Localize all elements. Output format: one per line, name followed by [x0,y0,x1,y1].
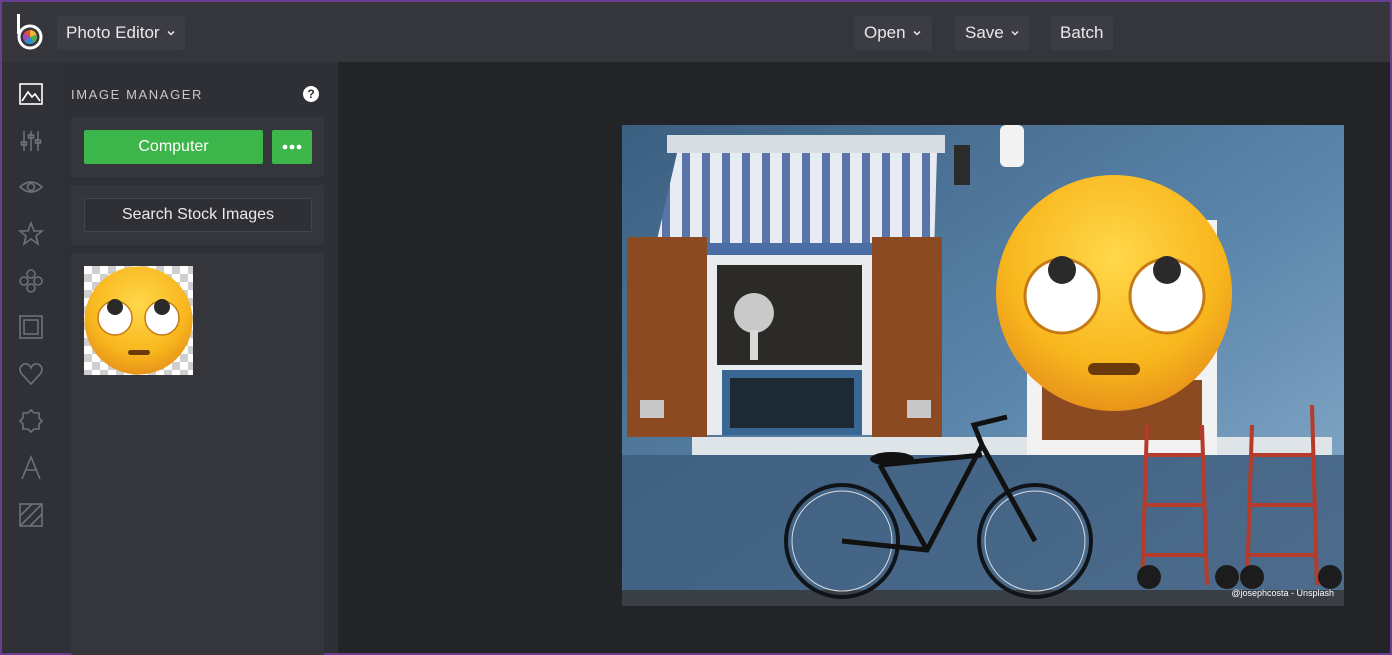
canvas-area[interactable]: @josephcosta - Unsplash [338,62,1392,655]
heart-icon[interactable] [18,361,44,387]
chevron-down-icon [913,30,921,36]
eye-icon[interactable] [18,174,44,200]
image-thumbnail[interactable] [84,266,193,375]
photo-canvas[interactable]: @josephcosta - Unsplash [622,125,1344,606]
sliders-icon[interactable] [18,128,44,154]
chevron-down-icon [1011,30,1019,36]
save-menu-button[interactable]: Save [955,16,1030,50]
help-icon[interactable]: ? [303,86,319,102]
image-library [71,253,324,655]
batch-label: Batch [1060,23,1104,42]
upload-card: Computer [71,117,324,177]
befunky-logo-icon[interactable] [14,12,46,52]
tool-rail [0,62,59,655]
top-bar: Photo Editor Open Save Batch [0,0,1392,62]
chevron-down-icon [167,30,175,36]
image-icon[interactable] [18,81,44,107]
more-options-button[interactable] [272,130,312,164]
stock-card: Search Stock Images [71,185,324,245]
open-menu-label: Open [864,23,906,42]
image-manager-panel: IMAGE MANAGER ? Computer Search Stock Im… [59,62,338,655]
building-photo [622,125,1344,606]
computer-upload-button[interactable]: Computer [84,130,263,164]
app-menu-button[interactable]: Photo Editor [57,16,185,50]
open-menu-button[interactable]: Open [854,16,932,50]
text-icon[interactable] [18,454,44,481]
panel-title: IMAGE MANAGER [71,87,204,102]
search-stock-images-button[interactable]: Search Stock Images [84,198,312,232]
badge-icon[interactable] [18,408,44,434]
photo-credit: @josephcosta - Unsplash [1231,588,1334,598]
flower-icon[interactable] [18,268,44,294]
more-dots-icon [282,144,302,150]
texture-icon[interactable] [18,502,44,528]
batch-button[interactable]: Batch [1050,16,1114,50]
star-icon[interactable] [17,220,45,247]
frame-icon[interactable] [18,314,44,340]
eye-roll-emoji-icon [84,266,193,375]
save-menu-label: Save [965,23,1004,42]
app-menu-label: Photo Editor [66,23,160,42]
